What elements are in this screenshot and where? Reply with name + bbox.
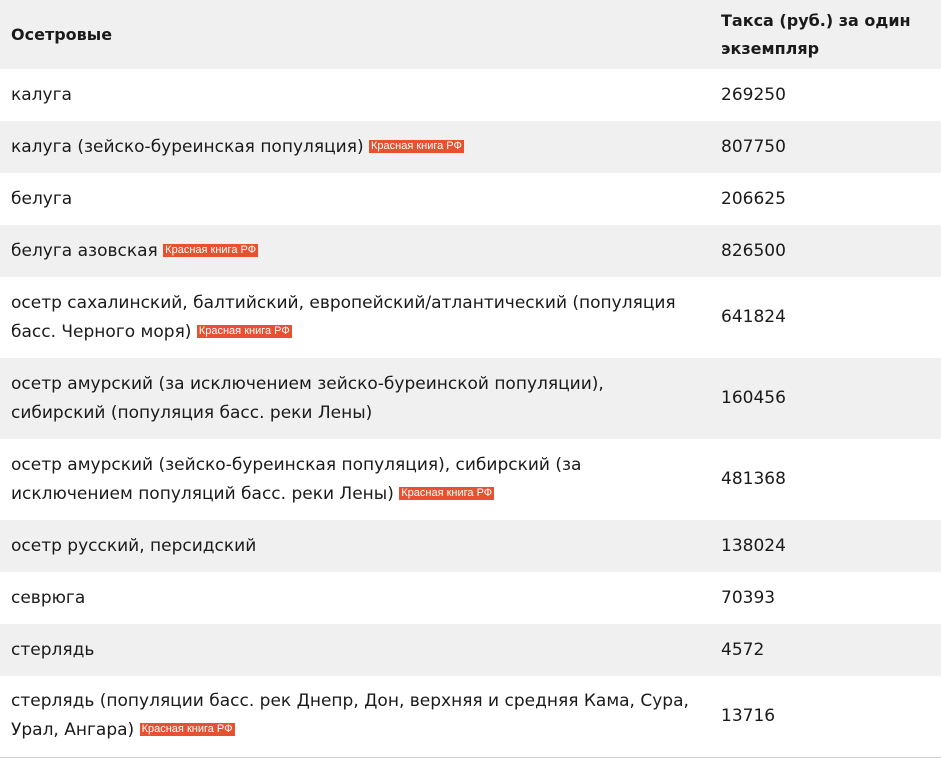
red-book-badge: Красная книга РФ bbox=[139, 723, 235, 737]
species-cell: осетр амурский (за исключением зейско-бу… bbox=[0, 358, 710, 439]
table-row: осетр русский, персидский 138024 bbox=[0, 520, 941, 572]
table-row: калуга (зейско-буреинская популяция) Кра… bbox=[0, 121, 941, 173]
header-row: Осетровые Такса (руб.) за один экземпляр bbox=[0, 0, 941, 69]
species-name: белуга bbox=[11, 188, 73, 209]
species-name: калуга (зейско-буреинская популяция) bbox=[11, 136, 364, 157]
price-cell: 826500 bbox=[710, 225, 941, 277]
species-name: осетр амурский (зейско-буреинская популя… bbox=[11, 454, 582, 504]
price-cell: 807750 bbox=[710, 121, 941, 173]
red-book-badge: Красная книга РФ bbox=[399, 486, 495, 500]
table-row: стерлядь 4572 bbox=[0, 624, 941, 676]
species-cell: стерлядь bbox=[0, 624, 710, 676]
species-cell: белуга bbox=[0, 173, 710, 225]
species-name: стерлядь bbox=[11, 639, 95, 660]
species-cell: белуга азовская Красная книга РФ bbox=[0, 225, 710, 277]
header-species: Осетровые bbox=[0, 0, 710, 69]
species-cell: стерлядь (популяции басс. рек Днепр, Дон… bbox=[0, 676, 710, 758]
price-cell: 641824 bbox=[710, 277, 941, 358]
species-name: осетр сахалинский, балтийский, европейск… bbox=[11, 292, 676, 342]
table-row: осетр амурский (за исключением зейско-бу… bbox=[0, 358, 941, 439]
table-row: осетр сахалинский, балтийский, европейск… bbox=[0, 277, 941, 358]
table-row: калуга 269250 bbox=[0, 69, 941, 121]
table-body: калуга 269250 калуга (зейско-буреинская … bbox=[0, 69, 941, 758]
price-cell: 138024 bbox=[710, 520, 941, 572]
species-cell: осетр сахалинский, балтийский, европейск… bbox=[0, 277, 710, 358]
red-book-badge: Красная книга РФ bbox=[163, 243, 259, 257]
red-book-badge: Красная книга РФ bbox=[368, 139, 464, 153]
species-name: осетр русский, персидский bbox=[11, 535, 257, 556]
price-cell: 70393 bbox=[710, 572, 941, 624]
header-price: Такса (руб.) за один экземпляр bbox=[710, 0, 941, 69]
species-cell: севрюга bbox=[0, 572, 710, 624]
species-name: калуга bbox=[11, 84, 72, 105]
table-row: стерлядь (популяции басс. рек Днепр, Дон… bbox=[0, 676, 941, 758]
table-row: белуга азовская Красная книга РФ 826500 bbox=[0, 225, 941, 277]
price-cell: 481368 bbox=[710, 439, 941, 520]
price-cell: 269250 bbox=[710, 69, 941, 121]
table-row: севрюга 70393 bbox=[0, 572, 941, 624]
sturgeon-tax-table: Осетровые Такса (руб.) за один экземпляр… bbox=[0, 0, 941, 758]
species-cell: калуга (зейско-буреинская популяция) Кра… bbox=[0, 121, 710, 173]
species-cell: осетр амурский (зейско-буреинская популя… bbox=[0, 439, 710, 520]
table-row: осетр амурский (зейско-буреинская популя… bbox=[0, 439, 941, 520]
species-cell: осетр русский, персидский bbox=[0, 520, 710, 572]
price-cell: 4572 bbox=[710, 624, 941, 676]
species-name: стерлядь (популяции басс. рек Днепр, Дон… bbox=[11, 691, 689, 741]
species-name: севрюга bbox=[11, 587, 86, 608]
species-cell: калуга bbox=[0, 69, 710, 121]
table-row: белуга 206625 bbox=[0, 173, 941, 225]
species-name: белуга азовская bbox=[11, 240, 158, 261]
price-cell: 13716 bbox=[710, 676, 941, 758]
species-name: осетр амурский (за исключением зейско-бу… bbox=[11, 373, 604, 423]
price-cell: 160456 bbox=[710, 358, 941, 439]
price-cell: 206625 bbox=[710, 173, 941, 225]
red-book-badge: Красная книга РФ bbox=[196, 324, 292, 338]
table-header: Осетровые Такса (руб.) за один экземпляр bbox=[0, 0, 941, 69]
